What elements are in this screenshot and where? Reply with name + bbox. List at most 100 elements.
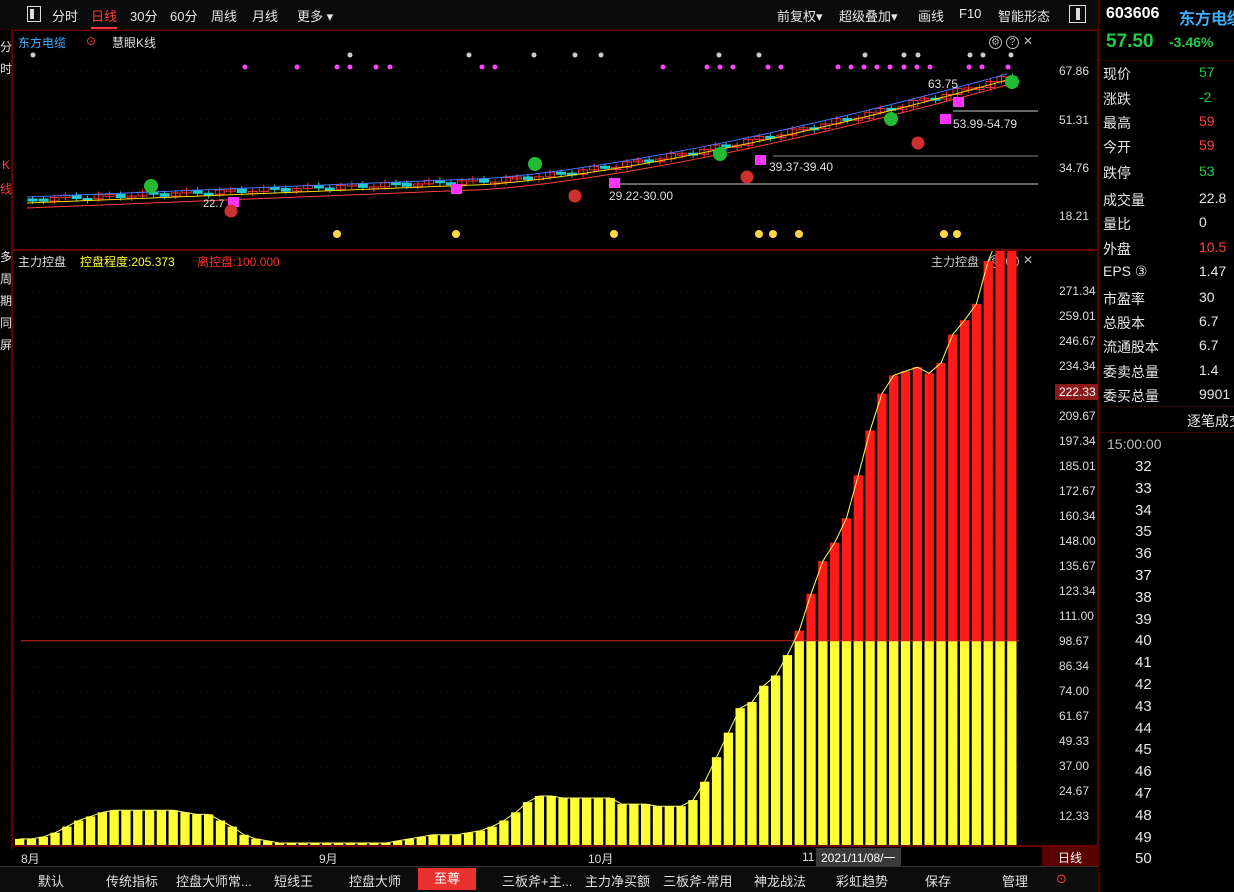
signal-dot [704,64,710,70]
quote-label: 量比 [1103,216,1131,232]
star-marker [755,230,763,238]
trade-row: 34 [1135,501,1152,519]
control-bar-chart[interactable] [13,251,1099,847]
adjust-menu[interactable]: 前复权▾ [777,6,823,25]
control-bar [794,640,804,845]
control-bar [62,826,72,845]
control-bar [983,640,993,845]
candle [600,165,611,169]
trade-ticks-title[interactable]: 逐笔成交 [1187,411,1234,431]
control-bar [463,832,474,845]
tab-rainbow[interactable]: 彩虹趋势 [836,871,888,890]
candle [71,194,82,199]
quote-row: 委买总量 9901 [1103,386,1234,406]
control-bar-excess [865,430,875,641]
kline-chart[interactable] [13,31,1099,251]
control-bar [558,798,568,845]
control-bar [215,820,226,845]
control-bar [676,806,686,845]
overlay-menu[interactable]: 超级叠加▾ [839,6,898,25]
quote-value: 10.5 [1199,239,1227,255]
cursor-date: 2021/11/08/一 [816,848,901,867]
tab-manage[interactable]: 管理 [1002,871,1028,890]
candle [159,193,170,197]
left-label[interactable]: 分 [0,38,12,55]
quote-label: 委卖总量 [1103,364,1159,380]
layout-toggle-icon[interactable] [27,6,41,22]
signal-dot [901,64,907,70]
quote-label: EPS ③ [1103,263,1148,279]
control-bar-excess [794,630,804,641]
control-bar [711,757,722,845]
f10-button[interactable]: F10 [959,6,981,21]
tab-daily[interactable]: 日线 [91,6,118,29]
tab-weekly[interactable]: 周线 [211,6,237,25]
tab-short-king[interactable]: 短线王 [274,871,313,890]
control-bar-excess [900,371,911,641]
control-bar [948,640,958,845]
star-marker [795,230,803,238]
quote-label: 成交量 [1103,192,1145,208]
control-bar [617,804,627,845]
left-label[interactable]: 多 [0,248,12,265]
month-label: 8月 [21,852,40,866]
signal-block [940,114,951,124]
signal-dot [334,64,340,70]
trade-row: 44 [1135,719,1152,737]
left-label[interactable]: 屏 [0,336,12,353]
buy-signal-icon [911,136,925,150]
tab-control-master-common[interactable]: 控盘大师常... [176,871,252,890]
tab-60min[interactable]: 60分 [170,6,197,25]
quote-label: 现价 [1103,66,1131,82]
buy-signal-icon [568,189,582,203]
axis-tick: 135.67 [1059,559,1096,573]
control-bar [723,732,734,845]
candle [721,144,732,148]
tab-default[interactable]: 默认 [38,871,64,890]
left-label[interactable]: 周 [0,270,12,287]
candle [192,189,203,194]
control-bar [971,640,982,845]
left-label[interactable]: 期 [0,292,12,309]
left-label[interactable]: 同 [0,314,12,331]
control-bar [168,810,178,845]
tab-monthly[interactable]: 月线 [252,6,278,25]
control-bar [959,640,970,845]
left-label[interactable]: K [0,158,12,172]
control-bar [782,655,793,845]
ma-line [26,84,1008,209]
scroll-icon[interactable]: ⊙ [1056,871,1067,887]
tab-net-buy[interactable]: 主力净买额 [585,871,650,890]
tab-intraday[interactable]: 分时 [52,6,78,25]
tab-traditional[interactable]: 传统指标 [106,871,158,890]
tab-save[interactable]: 保存 [925,871,951,890]
tab-three-axe[interactable]: 三板斧+主... [502,871,572,890]
control-bar [74,820,84,845]
tab-dragon[interactable]: 神龙战法 [754,871,806,890]
panel-toggle-icon[interactable] [1069,5,1086,23]
tab-control-master[interactable]: 控盘大师 [349,871,401,890]
control-bar [133,810,143,845]
signal-dot [716,52,722,58]
draw-line-button[interactable]: 画线 [918,6,944,25]
control-bar [26,838,37,845]
candle [38,198,49,202]
quote-row: 现价 57 [1103,64,1234,84]
smart-pattern-button[interactable]: 智能形态 [998,6,1050,25]
signal-dot [927,64,933,70]
signal-dot [479,64,485,70]
left-label[interactable]: 时 [0,60,12,77]
signal-dot [980,52,986,58]
signal-dot [242,64,248,70]
tab-30min[interactable]: 30分 [130,6,157,25]
quote-label: 今开 [1103,139,1131,155]
tab-three-axe-common[interactable]: 三板斧-常用 [663,871,732,890]
control-bar [700,781,710,845]
tab-supreme[interactable]: 至尊 [418,868,477,890]
divider [1099,432,1234,433]
control-bar [770,675,781,845]
left-label[interactable]: 线 [0,180,12,197]
more-menu[interactable]: 更多 ▾ [297,6,333,25]
control-bar [841,640,852,845]
quote-label: 委买总量 [1103,388,1159,404]
